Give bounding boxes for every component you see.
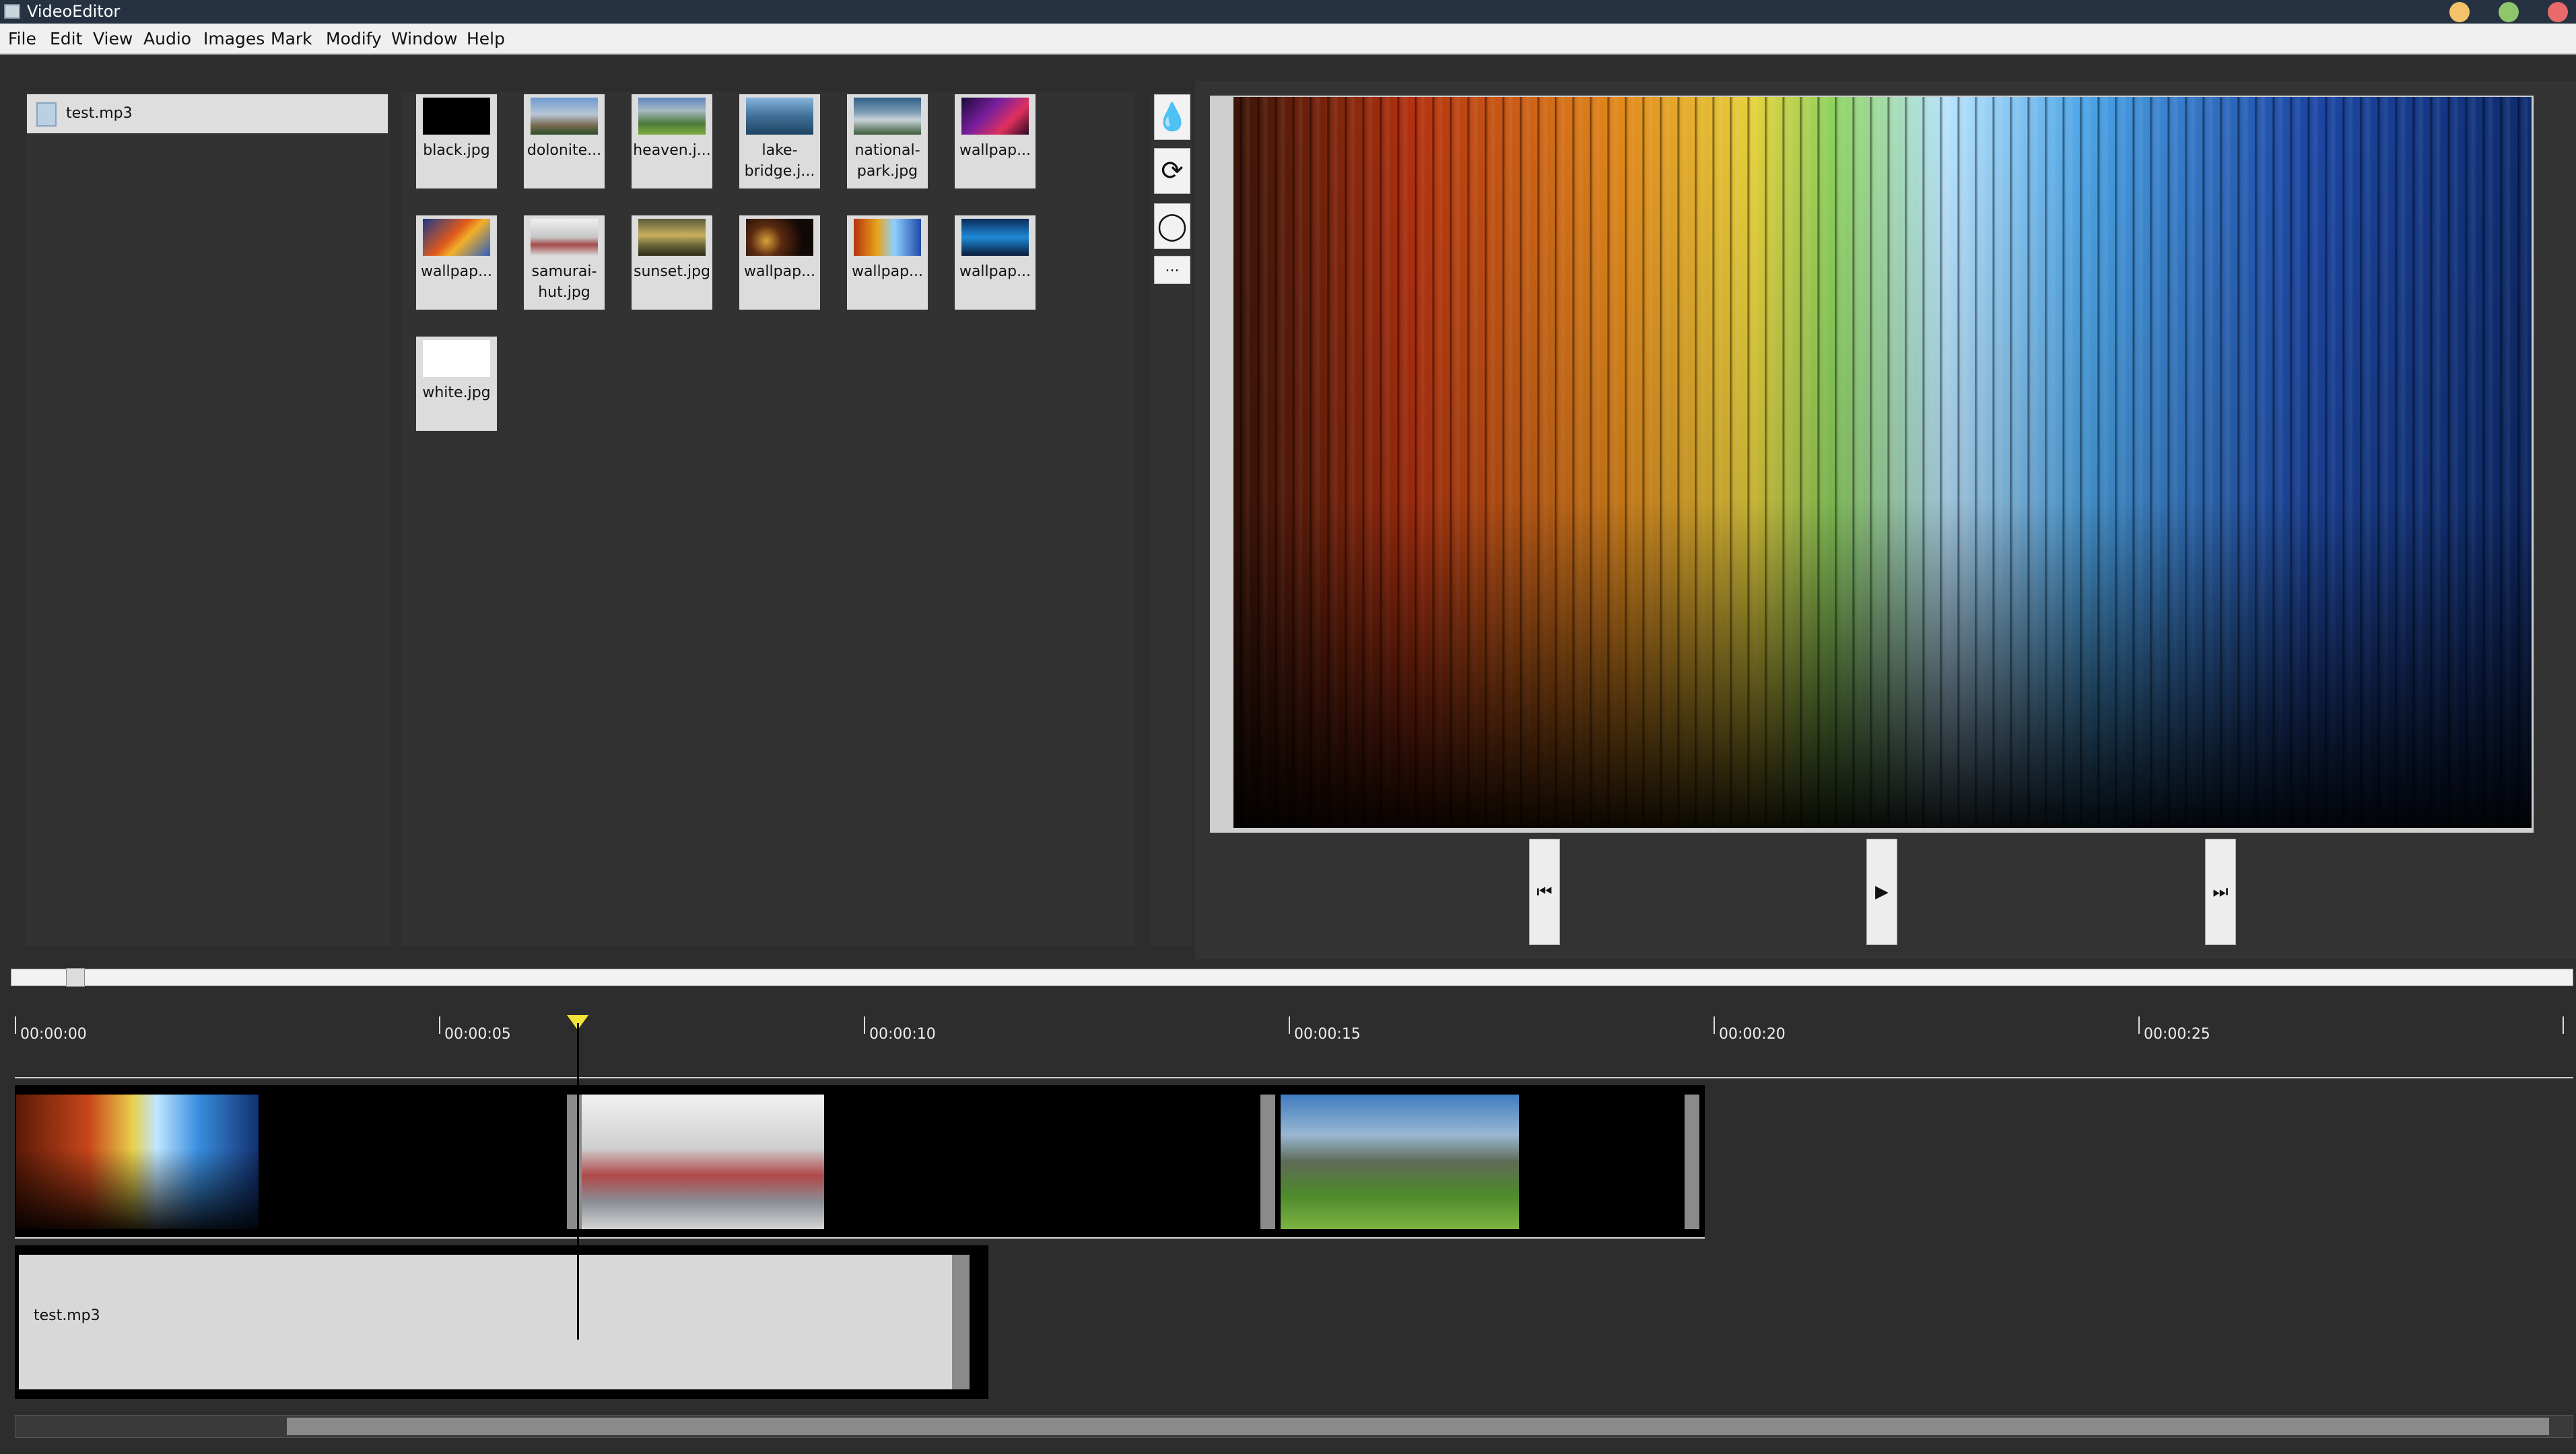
mountains-thumbnail-icon [531,98,598,135]
blue-wallpaper-thumbnail-icon [961,219,1029,256]
video-clip[interactable] [582,1095,824,1229]
audio-clip[interactable]: test.mp3 [19,1255,970,1389]
menu-window[interactable]: Window [391,29,458,48]
minimize-button[interactable] [2449,2,2470,22]
bokeh-wallpaper-thumbnail-icon [746,219,813,256]
next-button[interactable]: ⏭ [2205,839,2236,945]
more-icon[interactable]: ... [1154,256,1190,284]
zoom-slider[interactable] [11,969,2573,986]
image-thumbnail[interactable]: wallpap... [955,94,1036,188]
clip-trim-handle[interactable] [1685,1095,1699,1229]
abstract-wallpaper-thumbnail-icon [423,219,490,256]
image-library: black.jpg dolonite... heaven.j... lake- … [401,92,1135,946]
ruler-tick [1714,1016,1715,1034]
ruler-tick [864,1016,865,1034]
image-thumbnail[interactable]: white.jpg [416,337,497,431]
ruler-tick [1289,1016,1290,1034]
audio-file-item[interactable]: test.mp3 [27,94,388,133]
title-bar: VideoEditor [0,0,2576,24]
menu-help[interactable]: Help [467,29,505,48]
ruler-tick-label: 00:00:20 [1719,1026,1786,1043]
tool-column: 💧 ⟳ ◯ ... [1151,92,1192,946]
ruler-tick [15,1016,16,1034]
image-name: wallpap... [851,263,924,280]
circle-icon[interactable]: ◯ [1154,203,1190,249]
image-name: lake- bridge.j... [744,142,815,180]
image-thumbnail[interactable]: samurai- hut.jpg [524,215,605,310]
menu-images[interactable]: Images [203,29,265,48]
image-thumbnail[interactable]: sunset.jpg [632,215,712,310]
image-name: wallpap... [743,263,816,280]
image-name: white.jpg [422,384,491,401]
ruler-tick-label: 00:00:10 [869,1026,936,1043]
timeline-scrollbar-thumb[interactable] [287,1418,2549,1435]
video-clip[interactable] [16,1095,259,1229]
audio-file-name: test.mp3 [66,105,133,122]
preview-image [1233,97,2532,828]
window-title: VideoEditor [27,2,121,21]
image-thumbnail[interactable]: heaven.j... [632,94,712,188]
image-thumbnail[interactable]: wallpap... [416,215,497,310]
spectrum-wallpaper-thumbnail-icon [854,219,921,256]
menu-modify[interactable]: Modify [326,29,382,48]
menu-edit[interactable]: Edit [50,29,82,48]
zoom-slider-thumb[interactable] [66,968,85,987]
ruler-tick-label: 00:00:00 [20,1026,87,1043]
image-name: black.jpg [423,142,490,159]
rotate-icon[interactable]: ⟳ [1154,148,1190,194]
playhead-line[interactable] [577,1023,579,1340]
black-thumbnail-icon [423,98,490,135]
video-track[interactable] [15,1085,1705,1239]
image-name: wallpap... [959,263,1031,280]
ruler-tick [439,1016,440,1034]
sunset-thumbnail-icon [638,219,706,256]
park-thumbnail-icon [854,98,921,135]
audio-track[interactable]: test.mp3 [15,1245,988,1399]
image-name: dolonite... [527,142,602,159]
lake-bridge-thumbnail-icon [746,98,813,135]
image-thumbnail[interactable]: dolonite... [524,94,605,188]
audio-file-icon [36,102,57,127]
image-thumbnail[interactable]: wallpap... [955,215,1036,310]
close-button[interactable] [2548,2,2568,22]
audio-trim-handle[interactable] [952,1255,970,1389]
ruler-tick-label: 00:00:05 [444,1026,511,1043]
image-name: national- park.jpg [854,142,920,180]
image-name: samurai- hut.jpg [531,263,597,301]
image-name: wallpap... [420,263,493,280]
samurai-hut-thumbnail-icon [531,219,598,256]
ruler-tick [2563,1016,2564,1034]
menu-mark[interactable]: Mark [271,29,312,48]
menu-view[interactable]: View [93,29,133,48]
image-thumbnail[interactable]: lake- bridge.j... [739,94,820,188]
image-thumbnail[interactable]: wallpap... [847,215,928,310]
menu-audio[interactable]: Audio [143,29,191,48]
app-icon [4,4,20,19]
image-name: heaven.j... [633,142,711,159]
image-thumbnail[interactable]: black.jpg [416,94,497,188]
menu-bar: File Edit View Audio Images Mark Modify … [0,24,2576,55]
play-button[interactable]: ▶ [1866,839,1897,945]
image-thumbnail[interactable]: wallpap... [739,215,820,310]
white-thumbnail-icon [423,340,490,377]
audio-file-list[interactable]: test.mp3 [26,92,391,946]
ruler-tick-label: 00:00:15 [1294,1026,1361,1043]
video-clip[interactable] [1281,1095,1519,1229]
previous-button[interactable]: ⏮ [1529,839,1560,945]
ruler-tick [2138,1016,2140,1034]
valley-thumbnail-icon [638,98,706,135]
audio-clip-label: test.mp3 [34,1307,100,1324]
image-thumbnail[interactable]: national- park.jpg [847,94,928,188]
timeline-ruler[interactable]: 00:00:00 00:00:05 00:00:10 00:00:15 00:0… [15,1007,2573,1078]
image-name: wallpap... [959,142,1031,159]
menu-file[interactable]: File [8,29,36,48]
ruler-tick-label: 00:00:25 [2144,1026,2210,1043]
purple-wallpaper-thumbnail-icon [961,98,1029,135]
maximize-button[interactable] [2499,2,2519,22]
image-name: sunset.jpg [633,263,710,280]
clip-trim-handle[interactable] [567,1095,582,1229]
clip-trim-handle[interactable] [1260,1095,1275,1229]
drop-icon[interactable]: 💧 [1154,94,1190,140]
